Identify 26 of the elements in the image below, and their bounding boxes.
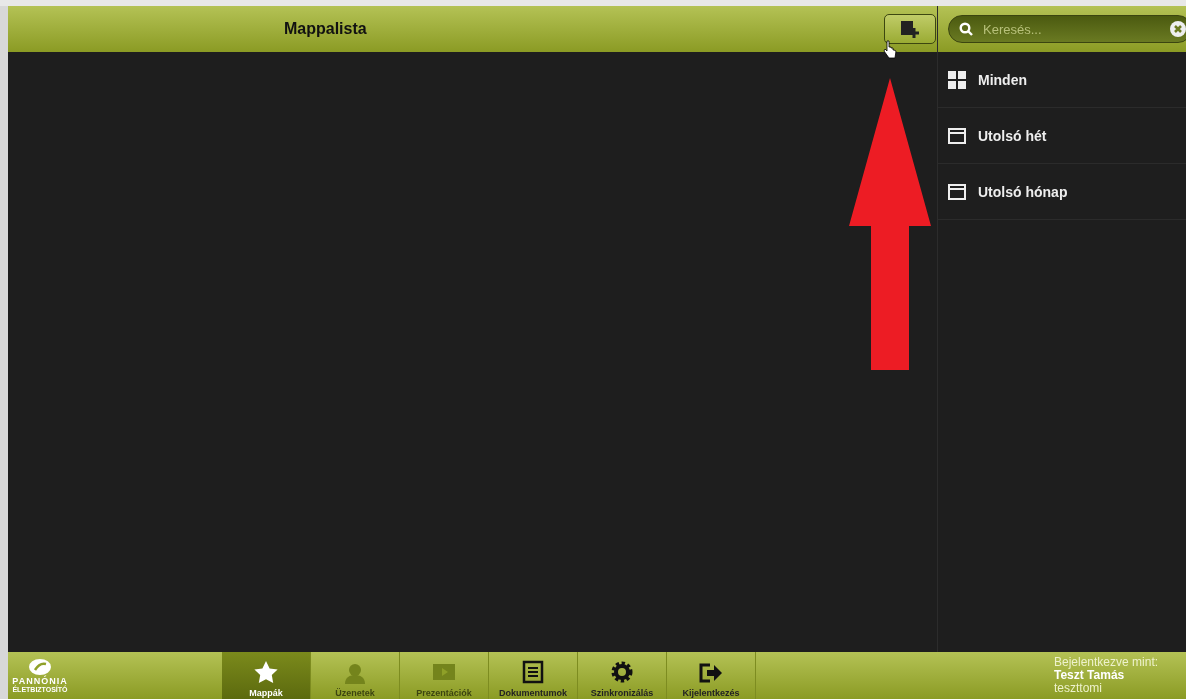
user-name: Teszt Tamás [1054, 669, 1125, 682]
search-field[interactable]: Keresés... [948, 15, 1186, 43]
nav-tab[interactable]: Dokumentumok [489, 652, 578, 699]
filter-item[interactable]: Minden [938, 52, 1186, 108]
add-folder-icon [900, 20, 920, 38]
page-title: Mappalista [284, 20, 367, 38]
people-icon [342, 662, 368, 684]
nav-tab[interactable]: Kijelentkezés [667, 652, 756, 699]
clear-icon[interactable] [1169, 20, 1186, 38]
filter-item[interactable]: Utolsó hét [938, 108, 1186, 164]
filter-item[interactable]: Utolsó hónap [938, 164, 1186, 220]
search-icon [959, 22, 973, 36]
logo-name: PANNÓNIA [12, 676, 68, 686]
document-icon [522, 660, 544, 684]
hand-cursor-icon [883, 40, 897, 60]
login-caption: Bejelentkezve mint: [1054, 656, 1160, 669]
nav-tab[interactable]: Szinkronizálás [578, 652, 667, 699]
calendar-icon [948, 127, 966, 144]
star-icon [253, 660, 279, 684]
calendar-icon [948, 183, 966, 200]
add-folder-button[interactable] [884, 14, 936, 44]
exit-icon [698, 662, 724, 684]
settings-icon [610, 660, 634, 684]
nav-tab[interactable]: Mappák [222, 652, 311, 699]
grid-icon [948, 70, 966, 89]
user-login: teszttomi [1054, 682, 1103, 695]
